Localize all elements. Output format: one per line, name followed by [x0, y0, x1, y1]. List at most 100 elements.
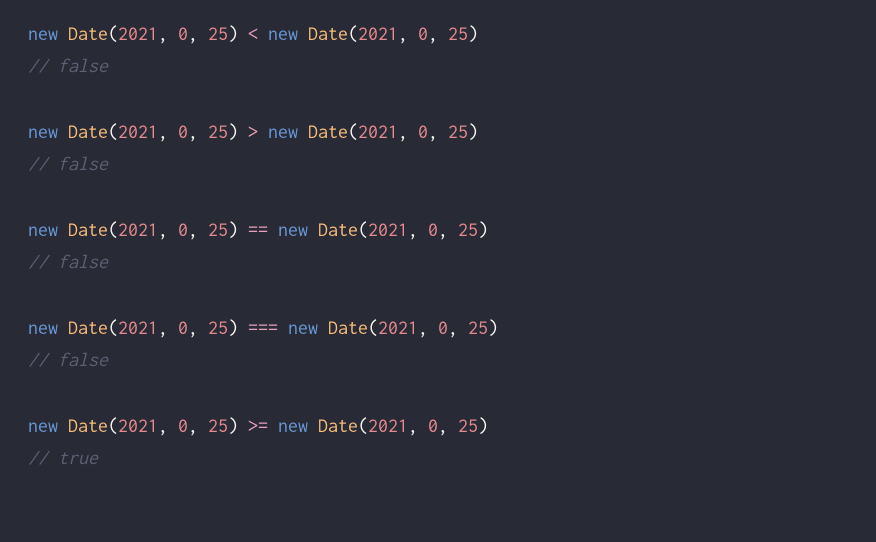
space [58, 219, 68, 240]
paren-open: ( [108, 121, 118, 142]
number-literal: 2021 [358, 23, 398, 44]
code-line: new Date(2021, 0, 25) === new Date(2021,… [28, 312, 848, 344]
space [238, 415, 248, 436]
code-line: new Date(2021, 0, 25) > new Date(2021, 0… [28, 116, 848, 148]
keyword-new: new [268, 121, 298, 142]
space [268, 219, 278, 240]
comment-line: // false [28, 344, 848, 376]
paren-close: ) [228, 121, 238, 142]
space [58, 23, 68, 44]
space [298, 121, 308, 142]
comma: , [408, 219, 428, 240]
paren-close: ) [228, 23, 238, 44]
paren-open: ( [108, 415, 118, 436]
comma: , [188, 23, 208, 44]
number-literal: 0 [178, 121, 188, 142]
paren-open: ( [358, 219, 368, 240]
number-literal: 25 [468, 317, 488, 338]
operator-strict-eq: === [248, 317, 278, 338]
comma: , [188, 415, 208, 436]
space [308, 219, 318, 240]
space [238, 23, 248, 44]
number-literal: 2021 [368, 415, 408, 436]
paren-open: ( [108, 23, 118, 44]
number-literal: 25 [208, 317, 228, 338]
space [258, 23, 268, 44]
comma: , [408, 415, 428, 436]
paren-close: ) [478, 219, 488, 240]
comment: // false [28, 349, 108, 370]
space [58, 317, 68, 338]
space [58, 415, 68, 436]
comma: , [448, 317, 468, 338]
number-literal: 2021 [118, 121, 158, 142]
blank-line [28, 82, 848, 116]
comma: , [158, 23, 178, 44]
space [278, 317, 288, 338]
paren-close: ) [488, 317, 498, 338]
paren-close: ) [478, 415, 488, 436]
class-date: Date [68, 415, 108, 436]
keyword-new: new [28, 317, 58, 338]
paren-open: ( [108, 317, 118, 338]
comment-line: // false [28, 148, 848, 180]
paren-close: ) [468, 121, 478, 142]
comment: // false [28, 251, 108, 272]
class-date: Date [308, 23, 348, 44]
space [308, 415, 318, 436]
comment: // true [28, 447, 98, 468]
keyword-new: new [28, 415, 58, 436]
paren-open: ( [348, 121, 358, 142]
operator-gte: >= [248, 415, 268, 436]
number-literal: 2021 [118, 219, 158, 240]
paren-close: ) [468, 23, 478, 44]
class-date: Date [318, 219, 358, 240]
comma: , [428, 23, 448, 44]
number-literal: 25 [448, 23, 468, 44]
comma: , [398, 23, 418, 44]
number-literal: 0 [178, 219, 188, 240]
number-literal: 25 [458, 415, 478, 436]
operator-eq: == [248, 219, 268, 240]
keyword-new: new [278, 219, 308, 240]
comma: , [188, 121, 208, 142]
number-literal: 0 [438, 317, 448, 338]
operator-lt: < [248, 23, 258, 44]
number-literal: 25 [208, 415, 228, 436]
space [258, 121, 268, 142]
space [238, 121, 248, 142]
number-literal: 2021 [118, 23, 158, 44]
number-literal: 0 [178, 415, 188, 436]
comma: , [188, 317, 208, 338]
comma: , [428, 121, 448, 142]
number-literal: 0 [178, 317, 188, 338]
comment-line: // false [28, 50, 848, 82]
comment-line: // true [28, 442, 848, 474]
operator-gt: > [248, 121, 258, 142]
space [268, 415, 278, 436]
paren-open: ( [368, 317, 378, 338]
class-date: Date [68, 121, 108, 142]
keyword-new: new [28, 219, 58, 240]
paren-close: ) [228, 219, 238, 240]
comma: , [158, 121, 178, 142]
number-literal: 2021 [118, 415, 158, 436]
class-date: Date [68, 317, 108, 338]
number-literal: 2021 [358, 121, 398, 142]
code-line: new Date(2021, 0, 25) == new Date(2021, … [28, 214, 848, 246]
number-literal: 0 [428, 415, 438, 436]
comment-line: // false [28, 246, 848, 278]
comma: , [438, 219, 458, 240]
comma: , [398, 121, 418, 142]
code-line: new Date(2021, 0, 25) < new Date(2021, 0… [28, 18, 848, 50]
number-literal: 0 [418, 23, 428, 44]
blank-line [28, 278, 848, 312]
class-date: Date [328, 317, 368, 338]
comma: , [158, 317, 178, 338]
number-literal: 25 [208, 23, 228, 44]
comment: // false [28, 153, 108, 174]
number-literal: 0 [428, 219, 438, 240]
keyword-new: new [278, 415, 308, 436]
keyword-new: new [28, 23, 58, 44]
code-line: new Date(2021, 0, 25) >= new Date(2021, … [28, 410, 848, 442]
